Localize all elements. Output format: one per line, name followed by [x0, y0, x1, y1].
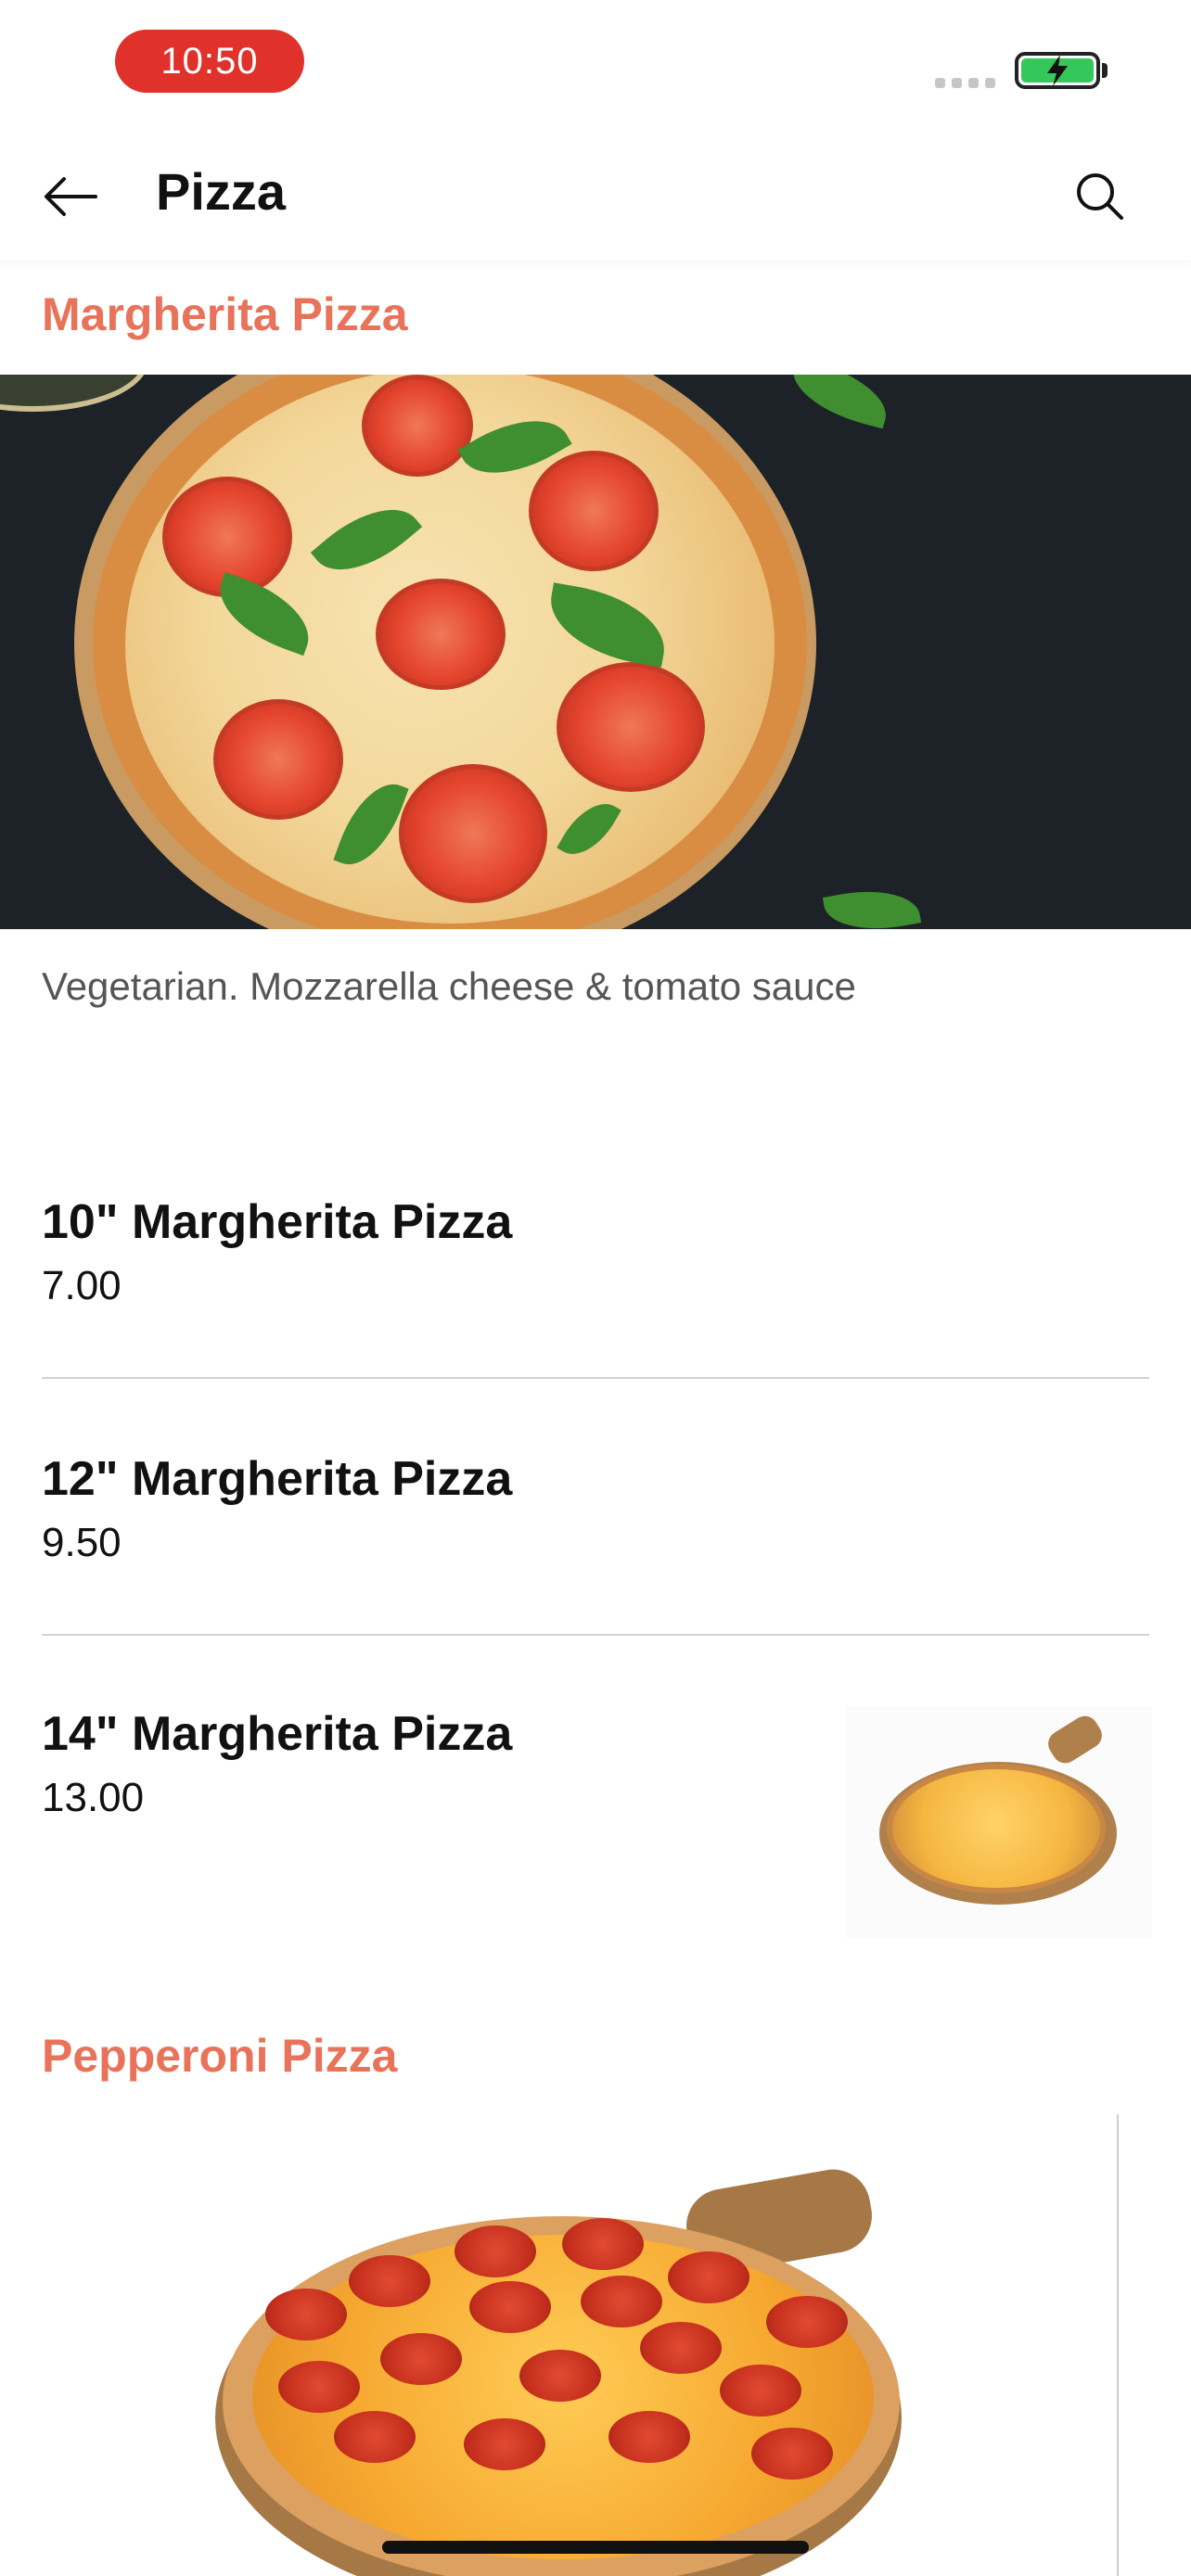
item-name: 12" Margherita Pizza: [42, 1452, 513, 1506]
menu-item[interactable]: 10" Margherita Pizza 7.00: [42, 1194, 1149, 1309]
back-button[interactable]: [37, 163, 104, 230]
section-description: Vegetarian. Mozzarella cheese & tomato s…: [42, 964, 856, 1008]
item-name: 10" Margherita Pizza: [42, 1195, 513, 1249]
item-thumbnail[interactable]: [846, 1706, 1152, 1938]
battery-tip: [1102, 63, 1108, 78]
page-title: Pizza: [156, 162, 287, 221]
charging-bolt-icon: [1047, 55, 1068, 86]
search-icon: [1077, 173, 1123, 220]
menu-item[interactable]: 12" Margherita Pizza 9.50: [42, 1451, 1149, 1566]
item-price: 13.00: [42, 1775, 145, 1820]
battery-icon: [1015, 52, 1100, 89]
divider: [42, 1377, 1149, 1379]
item-name: 14" Margherita Pizza: [42, 1707, 513, 1761]
section-title-margherita: Margherita Pizza: [42, 288, 408, 340]
pepperoni-pizza-image: [0, 2114, 1117, 2576]
divider: [42, 1634, 1149, 1636]
item-price: 7.00: [42, 1263, 122, 1308]
arrow-left-icon: [45, 177, 97, 216]
search-button[interactable]: [1067, 163, 1133, 230]
item-price: 9.50: [42, 1520, 122, 1565]
status-time: 10:50: [115, 30, 304, 93]
menu-item[interactable]: 14" Margherita Pizza 13.00: [42, 1706, 839, 1821]
section-title-pepperoni: Pepperoni Pizza: [42, 2030, 398, 2082]
signal-icon: [935, 78, 995, 88]
status-bar: 10:50: [0, 0, 1191, 130]
margherita-pizza-image: [0, 375, 1191, 929]
nav-bar: Pizza: [0, 130, 1191, 260]
carousel-edge: [1117, 2114, 1119, 2576]
home-indicator[interactable]: [382, 2541, 809, 2554]
